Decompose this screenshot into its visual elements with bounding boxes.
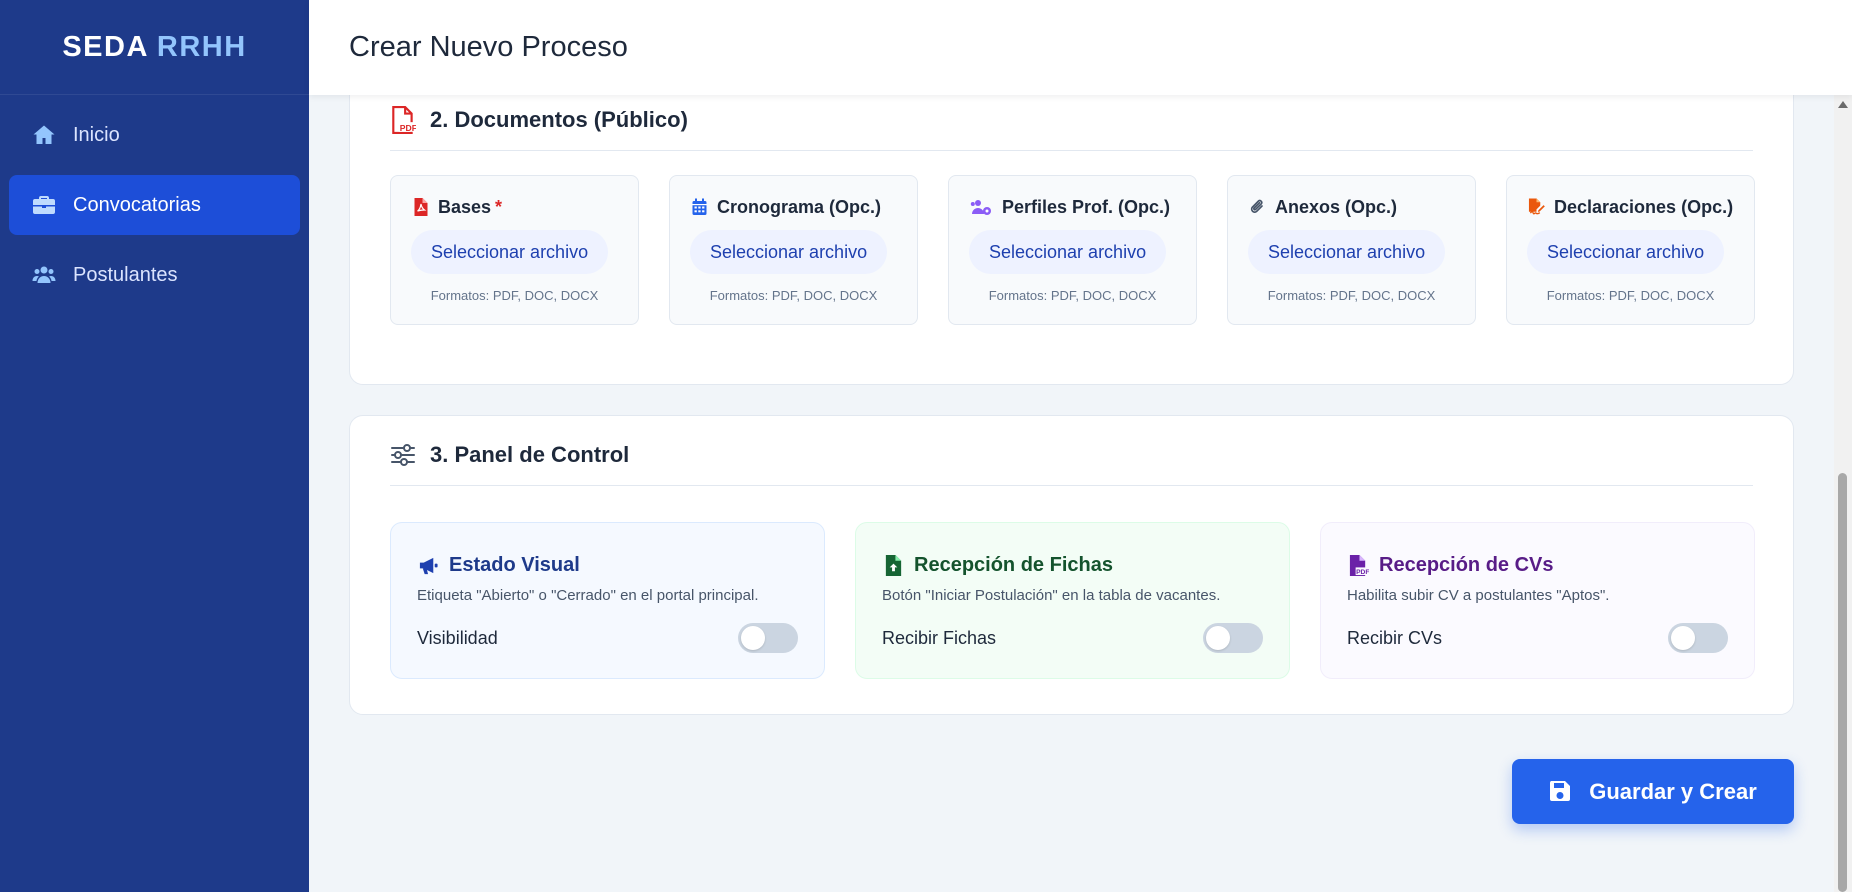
brand-logo[interactable]: SEDA RRHH [0, 0, 309, 95]
doc-box-cronograma: Cronograma (Opc.) Seleccionar archivo Fo… [669, 175, 918, 325]
formats-hint: Formatos: PDF, DOC, DOCX [988, 288, 1157, 303]
paperclip-icon [1248, 198, 1266, 216]
doc-box-anexos: Anexos (Opc.) Seleccionar archivo Format… [1227, 175, 1476, 325]
file-pdf-icon: PDF [390, 105, 416, 135]
documents-grid: Bases * Seleccionar archivo Formatos: PD… [390, 175, 1755, 325]
formats-hint: Formatos: PDF, DOC, DOCX [430, 288, 599, 303]
users-icon [31, 262, 57, 288]
sliders-icon [390, 440, 416, 470]
toggle-label: Recibir Fichas [882, 627, 997, 648]
control-panel-header: 3. Panel de Control [390, 424, 1753, 486]
sidebar-item-inicio[interactable]: Inicio [9, 105, 300, 165]
save-and-create-button[interactable]: Guardar y Crear [1512, 759, 1794, 824]
control-title: Recepción de Fichas [914, 553, 1113, 576]
recibir-cvs-toggle[interactable] [1668, 623, 1728, 653]
toggle-label: Visibilidad [417, 627, 498, 648]
sidebar-item-label: Convocatorias [73, 193, 201, 216]
file-pdf-icon [411, 198, 429, 216]
svg-text:PDF: PDF [1356, 569, 1369, 576]
select-file-button-anexos[interactable]: Seleccionar archivo [1248, 230, 1446, 274]
control-grid: Estado Visual Etiqueta "Abierto" o "Cerr… [390, 522, 1755, 679]
control-box-estado-visual: Estado Visual Etiqueta "Abierto" o "Cerr… [390, 522, 825, 679]
sidebar-item-label: Postulantes [73, 263, 178, 286]
page-title: Crear Nuevo Proceso [349, 31, 628, 63]
doc-label: Anexos (Opc.) [1275, 196, 1398, 217]
formats-hint: Formatos: PDF, DOC, DOCX [1267, 288, 1436, 303]
formats-hint: Formatos: PDF, DOC, DOCX [709, 288, 878, 303]
control-box-recepcion-cvs: PDF Recepción de CVs Habilita subir CV a… [1320, 522, 1755, 679]
users-cog-icon [969, 198, 993, 216]
file-upload-icon [882, 554, 904, 576]
formats-hint: Formatos: PDF, DOC, DOCX [1546, 288, 1715, 303]
top-header: Crear Nuevo Proceso [309, 0, 1852, 95]
recibir-fichas-toggle[interactable] [1203, 623, 1263, 653]
select-file-button-cronograma[interactable]: Seleccionar archivo [690, 230, 888, 274]
doc-box-bases: Bases * Seleccionar archivo Formatos: PD… [390, 175, 639, 325]
required-mark: * [495, 196, 503, 217]
vertical-scrollbar[interactable] [1834, 95, 1852, 892]
scrollbar-thumb[interactable] [1838, 473, 1847, 892]
toggle-label: Recibir CVs [1347, 627, 1443, 648]
calendar-icon [690, 198, 708, 216]
sidebar-item-postulantes[interactable]: Postulantes [9, 245, 300, 305]
control-description: Botón "Iniciar Postulación" en la tabla … [882, 587, 1221, 604]
select-file-button-perfiles[interactable]: Seleccionar archivo [969, 230, 1167, 274]
select-file-button-declaraciones[interactable]: Seleccionar archivo [1527, 230, 1725, 274]
control-box-recepcion-fichas: Recepción de Fichas Botón "Iniciar Postu… [855, 522, 1290, 679]
file-signature-icon [1527, 198, 1545, 216]
doc-label: Perfiles Prof. (Opc.) [1002, 196, 1171, 217]
home-icon [31, 122, 57, 148]
documents-header: PDF 2. Documentos (Público) [390, 95, 1753, 151]
brand-accent: RRHH [156, 30, 247, 63]
sidebar-item-label: Inicio [73, 123, 120, 146]
control-panel-card: 3. Panel de Control Estado Visual Etique… [349, 415, 1794, 715]
control-panel-title: 3. Panel de Control [430, 441, 630, 467]
control-description: Etiqueta "Abierto" o "Cerrado" en el por… [417, 587, 759, 604]
visibilidad-toggle[interactable] [738, 623, 798, 653]
megaphone-icon [417, 554, 439, 576]
doc-box-perfiles: Perfiles Prof. (Opc.) Seleccionar archiv… [948, 175, 1197, 325]
sidebar-item-convocatorias[interactable]: Convocatorias [9, 175, 300, 235]
control-description: Habilita subir CV a postulantes "Aptos". [1347, 587, 1610, 604]
main-content: PDF 2. Documentos (Público) Bases * Sele… [309, 95, 1834, 892]
briefcase-icon [31, 192, 57, 218]
floppy-disk-icon [1549, 780, 1573, 804]
doc-box-declaraciones: Declaraciones (Opc.) Seleccionar archivo… [1506, 175, 1755, 325]
doc-label: Cronograma (Opc.) [717, 196, 882, 217]
doc-label: Bases [438, 196, 492, 217]
sidebar: SEDA RRHH Inicio Convocatorias Postulante… [0, 0, 309, 892]
control-title: Estado Visual [449, 553, 580, 576]
control-title: Recepción de CVs [1379, 553, 1554, 576]
brand-name: SEDA [62, 30, 149, 63]
documents-title: 2. Documentos (Público) [430, 106, 688, 132]
documents-card: PDF 2. Documentos (Público) Bases * Sele… [349, 95, 1794, 385]
svg-text:PDF: PDF [400, 122, 416, 132]
file-pdf-icon: PDF [1347, 554, 1369, 576]
doc-label: Declaraciones (Opc.) [1554, 196, 1734, 217]
scroll-up-arrow-icon[interactable] [1838, 101, 1848, 108]
save-button-label: Guardar y Crear [1589, 778, 1757, 804]
sidebar-nav: Inicio Convocatorias Postulantes [0, 95, 309, 325]
select-file-button-bases[interactable]: Seleccionar archivo [411, 230, 609, 274]
